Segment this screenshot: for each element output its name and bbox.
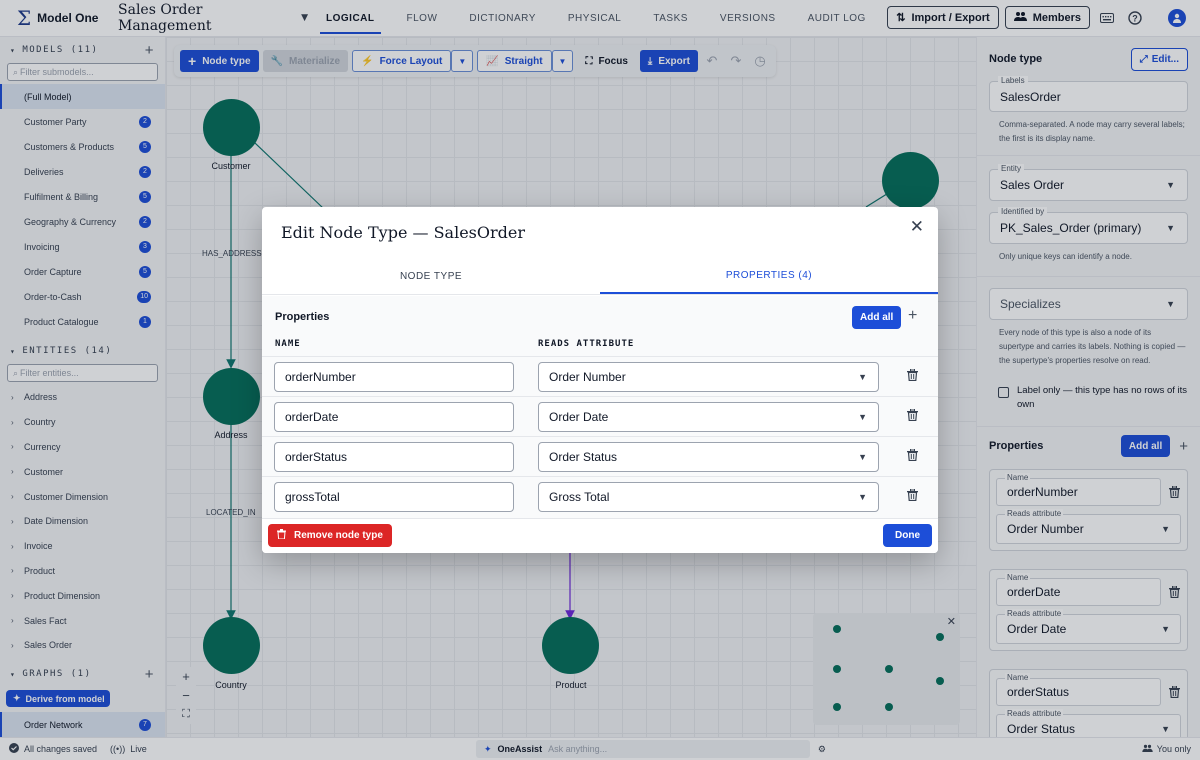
dialog-footer: Remove node type Done (262, 518, 938, 553)
trash-icon[interactable] (907, 368, 918, 384)
dialog-tabs: NODE TYPE PROPERTIES (4) (262, 259, 938, 295)
reads-attribute-select[interactable]: Order Date ▼ (538, 402, 879, 432)
app-root: Σ Model One Sales Order Management ▼ LOG… (0, 0, 1200, 760)
reads-attribute-value: Order Date (549, 410, 609, 424)
chevron-down-icon: ▼ (858, 372, 867, 382)
chevron-down-icon: ▼ (858, 412, 867, 422)
dialog-title: Edit Node Type — SalesOrder (281, 223, 525, 242)
property-row: orderNumber Order Number ▼ (262, 356, 938, 396)
reads-attribute-value: Order Status (549, 450, 618, 464)
property-name-value: orderDate (285, 410, 339, 424)
reads-attribute-select[interactable]: Order Number ▼ (538, 362, 879, 392)
edit-node-type-dialog: Edit Node Type — SalesOrder ✕ NODE TYPE … (262, 207, 938, 553)
properties-tab-panel: Properties Add all + NAME READS ATTRIBUT… (262, 296, 938, 518)
property-name-input[interactable]: grossTotal (274, 482, 514, 512)
property-name-input[interactable]: orderStatus (274, 442, 514, 472)
column-header-reads-attribute: READS ATTRIBUTE (538, 339, 635, 349)
reads-attribute-value: Gross Total (549, 490, 610, 504)
trash-icon[interactable] (907, 488, 918, 504)
property-name-input[interactable]: orderDate (274, 402, 514, 432)
column-header-name: NAME (275, 339, 301, 349)
add-property-icon[interactable]: + (908, 307, 917, 325)
property-row: grossTotal Gross Total ▼ (262, 476, 938, 516)
reads-attribute-value: Order Number (549, 370, 626, 384)
remove-node-type-button[interactable]: Remove node type (268, 524, 392, 547)
property-row: orderStatus Order Status ▼ (262, 436, 938, 476)
property-row: orderDate Order Date ▼ (262, 396, 938, 436)
property-name-value: orderStatus (285, 450, 348, 464)
property-name-input[interactable]: orderNumber (274, 362, 514, 392)
remove-label: Remove node type (294, 530, 383, 541)
tab-node-type[interactable]: NODE TYPE (262, 259, 600, 294)
chevron-down-icon: ▼ (858, 492, 867, 502)
add-all-button[interactable]: Add all (852, 306, 902, 329)
properties-heading: Properties (275, 311, 330, 323)
property-name-value: orderNumber (285, 370, 356, 384)
done-button[interactable]: Done (883, 524, 932, 547)
reads-attribute-select[interactable]: Gross Total ▼ (538, 482, 879, 512)
reads-attribute-select[interactable]: Order Status ▼ (538, 442, 879, 472)
close-icon[interactable]: ✕ (910, 217, 924, 237)
trash-icon (277, 529, 286, 542)
trash-icon[interactable] (907, 448, 918, 464)
tab-properties[interactable]: PROPERTIES (4) (600, 259, 938, 294)
property-name-value: grossTotal (285, 490, 340, 504)
trash-icon[interactable] (907, 408, 918, 424)
chevron-down-icon: ▼ (858, 452, 867, 462)
